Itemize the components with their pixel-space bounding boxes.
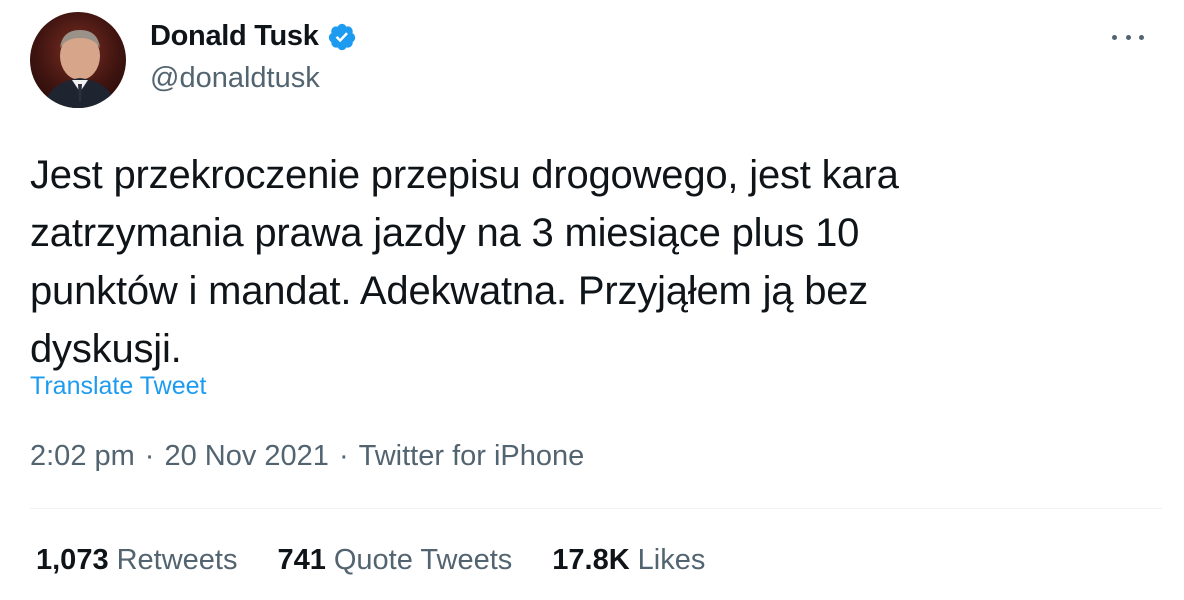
translate-tweet-link[interactable]: Translate Tweet xyxy=(30,372,206,401)
retweets-label: Retweets xyxy=(116,544,238,576)
dot xyxy=(1112,34,1117,40)
retweets-stat[interactable]: 1,073 Retweets xyxy=(36,544,237,577)
display-name[interactable]: Donald Tusk xyxy=(150,20,319,53)
tweet-text: Jest przekroczenie przepisu drogowego, j… xyxy=(30,153,899,371)
tweet-stats: 1,073 Retweets 741 Quote Tweets 17.8K Li… xyxy=(36,544,705,577)
tweet-date[interactable]: 20 Nov 2021 xyxy=(164,440,328,473)
likes-count: 17.8K xyxy=(552,544,630,576)
author-handle[interactable]: @donaldtusk xyxy=(150,62,320,95)
verified-badge-icon xyxy=(327,22,357,52)
quote-tweets-count: 741 xyxy=(277,544,326,576)
meta-separator: · xyxy=(144,440,155,472)
quote-tweets-label: Quote Tweets xyxy=(333,544,513,576)
retweets-count: 1,073 xyxy=(36,544,109,576)
dot xyxy=(1139,34,1144,40)
likes-stat[interactable]: 17.8K Likes xyxy=(552,544,705,577)
quote-tweets-stat[interactable]: 741 Quote Tweets xyxy=(277,544,512,577)
tweet-time[interactable]: 2:02 pm xyxy=(30,440,135,473)
profile-photo xyxy=(44,30,116,108)
divider xyxy=(30,508,1162,509)
dot xyxy=(1125,34,1131,40)
tweet-source[interactable]: Twitter for iPhone xyxy=(359,440,585,473)
avatar[interactable] xyxy=(30,12,126,108)
meta-separator: · xyxy=(338,440,349,472)
name-row: Donald Tusk xyxy=(150,20,357,53)
more-options-icon[interactable] xyxy=(1112,22,1144,52)
tweet-meta: 2:02 pm · 20 Nov 2021 · Twitter for iPho… xyxy=(30,440,584,473)
likes-label: Likes xyxy=(637,544,706,576)
